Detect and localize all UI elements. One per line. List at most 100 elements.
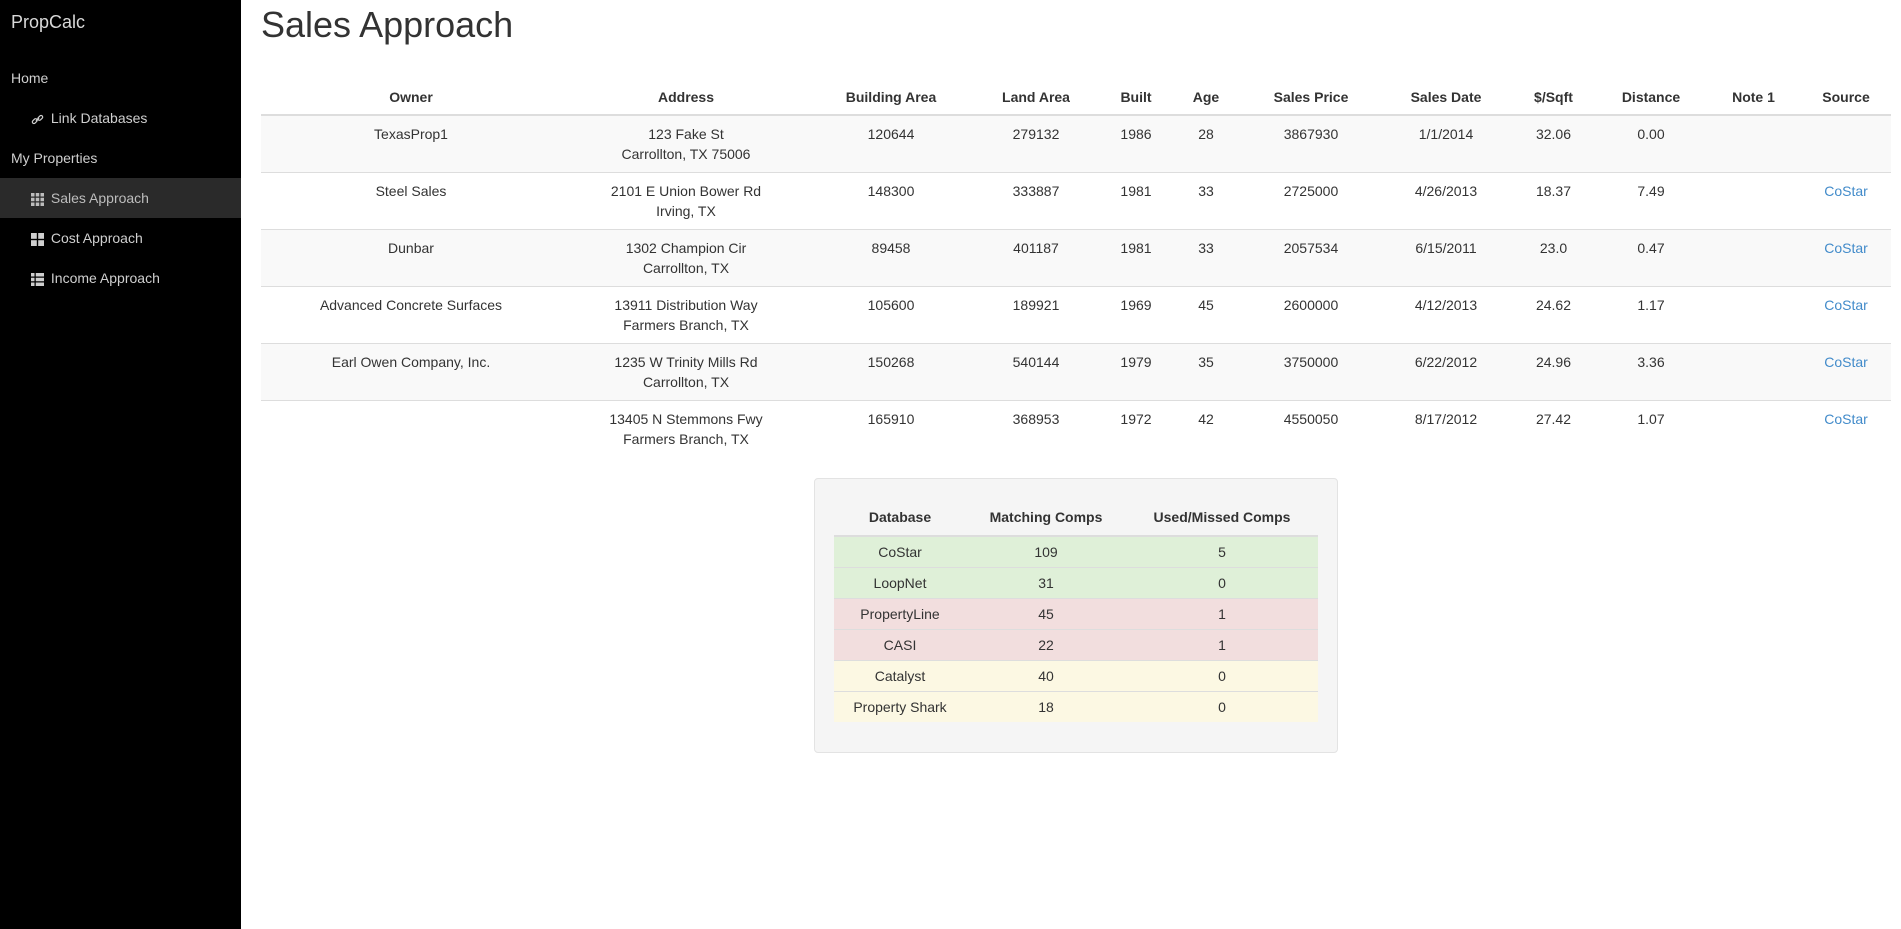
col-note1[interactable]: Note 1 <box>1706 80 1801 116</box>
col-sales-date[interactable]: Sales Date <box>1381 80 1511 116</box>
cell-age: 35 <box>1171 342 1241 400</box>
col-owner[interactable]: Owner <box>261 80 561 116</box>
cell-building-area: 120644 <box>811 114 971 172</box>
db-row: Catalyst 40 0 <box>834 659 1318 691</box>
db-name: CoStar <box>834 535 966 567</box>
db-name: CASI <box>834 628 966 660</box>
cell-distance: 7.49 <box>1596 171 1706 229</box>
db-matching: 31 <box>966 566 1126 598</box>
address-line2: Farmers Branch, TX <box>623 430 749 447</box>
cell-age: 45 <box>1171 285 1241 343</box>
col-database: Database <box>834 499 966 537</box>
cell-owner: TexasProp1 <box>261 114 561 172</box>
table-row[interactable]: TexasProp1 123 Fake St Carrollton, TX 750… <box>261 114 1891 172</box>
db-name: PropertyLine <box>834 597 966 629</box>
col-built[interactable]: Built <box>1101 80 1171 116</box>
table-row[interactable]: Advanced Concrete Surfaces 13911 Distrib… <box>261 285 1891 343</box>
address-line2: Irving, TX <box>656 202 716 219</box>
db-used-missed: 0 <box>1126 566 1318 598</box>
cell-per-sqft: 32.06 <box>1511 114 1596 172</box>
table-row[interactable]: Dunbar 1302 Champion Cir Carrollton, TX 8… <box>261 228 1891 286</box>
cell-building-area: 165910 <box>811 399 971 457</box>
cell-note1 <box>1706 342 1801 400</box>
nav-link-databases[interactable]: Link Databases <box>0 98 241 138</box>
source-link[interactable]: CoStar <box>1824 354 1868 370</box>
cell-land-area: 540144 <box>971 342 1101 400</box>
address-line1: 1302 Champion Cir <box>625 239 747 256</box>
cell-sales-date: 1/1/2014 <box>1381 114 1511 172</box>
address-line1: 13405 N Stemmons Fwy <box>609 410 763 427</box>
db-row: LoopNet 31 0 <box>834 566 1318 598</box>
source-link[interactable]: CoStar <box>1824 240 1868 256</box>
th-list-icon <box>31 272 45 286</box>
db-header-row: Database Matching Comps Used/Missed Comp… <box>834 499 1318 537</box>
col-source[interactable]: Source <box>1801 80 1891 116</box>
cell-sales-price: 3867930 <box>1241 114 1381 172</box>
cell-note1 <box>1706 114 1801 172</box>
db-matching: 18 <box>966 690 1126 722</box>
cell-sales-price: 2600000 <box>1241 285 1381 343</box>
cell-built: 1979 <box>1101 342 1171 400</box>
address-line2: Carrollton, TX 75006 <box>621 146 751 162</box>
cell-per-sqft: 18.37 <box>1511 171 1596 229</box>
source-link[interactable]: CoStar <box>1824 297 1868 313</box>
db-used-missed: 1 <box>1126 628 1318 660</box>
cell-per-sqft: 27.42 <box>1511 399 1596 457</box>
cell-sales-date: 8/17/2012 <box>1381 399 1511 457</box>
nav-cost-approach-label: Cost Approach <box>50 230 143 246</box>
nav-home-label: Home <box>11 70 49 86</box>
nav-income-approach[interactable]: Income Approach <box>0 258 241 298</box>
db-row: CoStar 109 5 <box>834 535 1318 567</box>
cell-sales-price: 3750000 <box>1241 342 1381 400</box>
source-link[interactable]: CoStar <box>1824 183 1868 199</box>
db-matching: 45 <box>966 597 1126 629</box>
address-line2: Farmers Branch, TX <box>623 316 749 333</box>
brand-logo[interactable]: PropCalc <box>11 12 85 33</box>
cell-built: 1969 <box>1101 285 1171 343</box>
table-row[interactable]: Steel Sales 2101 E Union Bower Rd Irving,… <box>261 171 1891 229</box>
cell-age: 33 <box>1171 171 1241 229</box>
col-sales-price[interactable]: Sales Price <box>1241 80 1381 116</box>
cell-address: 2101 E Union Bower Rd Irving, TX <box>561 171 811 229</box>
address-line1: 1235 W Trinity Mills Rd <box>614 353 758 370</box>
source-link[interactable]: CoStar <box>1824 411 1868 427</box>
cell-source: CoStar <box>1801 228 1891 286</box>
nav-sales-approach[interactable]: Sales Approach <box>0 178 241 218</box>
cell-building-area: 148300 <box>811 171 971 229</box>
nav-my-properties-label: My Properties <box>11 150 98 166</box>
table-row[interactable]: 13405 N Stemmons Fwy Farmers Branch, TX 1… <box>261 399 1891 457</box>
cell-distance: 0.00 <box>1596 114 1706 172</box>
db-used-missed: 5 <box>1126 535 1318 567</box>
col-address[interactable]: Address <box>561 80 811 116</box>
comps-table: Owner Address Building Area Land Area Bu… <box>261 80 1891 457</box>
col-land-area[interactable]: Land Area <box>971 80 1101 116</box>
db-name: Catalyst <box>834 659 966 691</box>
col-building-area[interactable]: Building Area <box>811 80 971 116</box>
table-row[interactable]: Earl Owen Company, Inc. 1235 W Trinity M… <box>261 342 1891 400</box>
cell-note1 <box>1706 285 1801 343</box>
comps-header-row: Owner Address Building Area Land Area Bu… <box>261 80 1891 116</box>
database-summary-table: Database Matching Comps Used/Missed Comp… <box>834 499 1318 722</box>
cell-distance: 1.17 <box>1596 285 1706 343</box>
nav-cost-approach[interactable]: Cost Approach <box>0 218 241 258</box>
address-line2: Carrollton, TX <box>642 259 730 276</box>
db-used-missed: 1 <box>1126 597 1318 629</box>
col-matching-comps: Matching Comps <box>966 499 1126 537</box>
cell-per-sqft: 24.96 <box>1511 342 1596 400</box>
link-icon <box>31 113 45 126</box>
nav-my-properties[interactable]: My Properties <box>0 138 241 178</box>
cell-built: 1972 <box>1101 399 1171 457</box>
nav-home[interactable]: Home <box>0 58 241 98</box>
cell-land-area: 189921 <box>971 285 1101 343</box>
db-matching: 22 <box>966 628 1126 660</box>
cell-distance: 1.07 <box>1596 399 1706 457</box>
col-per-sqft[interactable]: $/Sqft <box>1511 80 1596 116</box>
address-line1: 2101 E Union Bower Rd <box>610 182 762 199</box>
cell-built: 1986 <box>1101 114 1171 172</box>
col-age[interactable]: Age <box>1171 80 1241 116</box>
cell-source <box>1801 114 1891 172</box>
cell-address: 123 Fake St Carrollton, TX 75006 <box>561 114 811 172</box>
col-distance[interactable]: Distance <box>1596 80 1706 116</box>
cell-owner: Advanced Concrete Surfaces <box>261 285 561 343</box>
cell-note1 <box>1706 399 1801 457</box>
